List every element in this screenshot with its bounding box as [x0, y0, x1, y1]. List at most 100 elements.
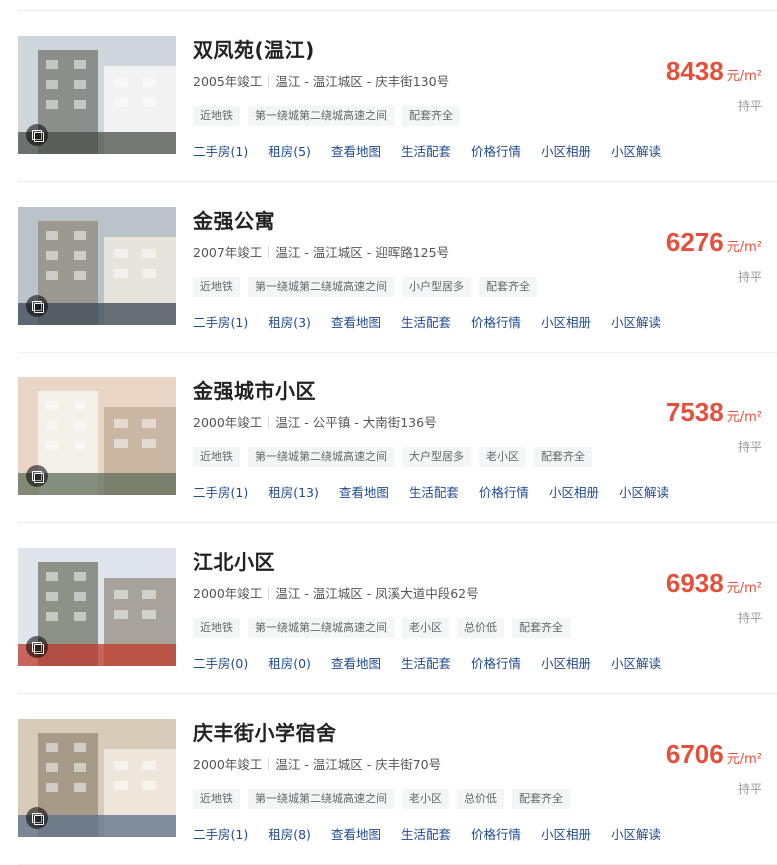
price-unit: 元/m² [726, 69, 762, 84]
tag: 配套齐全 [534, 447, 592, 467]
average-price: 7538 元/m² [666, 397, 762, 428]
tag-list: 近地铁 第一绕城第二绕城高速之间 老小区 总价低 配套齐全 [193, 616, 578, 638]
community-link[interactable]: 小区相册 [541, 827, 591, 842]
community-location: 温江 - 温江城区 - 凤溪大道中段62号 [275, 586, 479, 601]
info-divider [268, 587, 270, 599]
community-item[interactable]: 金强公寓 2007年竣工 温江 - 温江城区 - 迎晖路125号 近地铁 第一绕城第… [0, 182, 777, 353]
community-link[interactable]: 小区相册 [541, 144, 591, 159]
community-link[interactable]: 小区解读 [611, 656, 661, 671]
community-name[interactable]: 双凤苑(温江) [193, 34, 315, 63]
album-icon [26, 807, 48, 829]
tag: 近地铁 [193, 789, 240, 809]
community-link[interactable]: 生活配套 [401, 656, 451, 671]
tag-list: 近地铁 第一绕城第二绕城高速之间 配套齐全 [193, 104, 468, 126]
community-link[interactable]: 小区解读 [611, 315, 661, 330]
average-price: 6276 元/m² [666, 227, 762, 258]
community-link[interactable]: 租房(5) [268, 144, 311, 159]
community-link[interactable]: 小区解读 [611, 144, 661, 159]
community-link[interactable]: 二手房(0) [193, 656, 248, 671]
tag: 近地铁 [193, 618, 240, 638]
community-link[interactable]: 查看地图 [331, 315, 381, 330]
community-photo[interactable] [18, 377, 176, 495]
community-link[interactable]: 小区解读 [619, 485, 669, 500]
community-photo[interactable] [18, 548, 176, 666]
community-name[interactable]: 金强公寓 [193, 205, 275, 234]
tag: 第一绕城第二绕城高速之间 [248, 277, 394, 297]
community-link[interactable]: 生活配套 [409, 485, 459, 500]
community-photo[interactable] [18, 207, 176, 325]
tag: 老小区 [402, 618, 449, 638]
community-name[interactable]: 庆丰街小学宿舍 [193, 717, 337, 746]
community-location: 温江 - 温江城区 - 庆丰街70号 [275, 757, 442, 772]
tag: 第一绕城第二绕城高速之间 [248, 618, 394, 638]
community-link[interactable]: 生活配套 [401, 144, 451, 159]
community-link[interactable]: 生活配套 [401, 315, 451, 330]
average-price: 8438 元/m² [666, 56, 762, 87]
tag: 小户型居多 [402, 277, 471, 297]
community-link[interactable]: 价格行情 [471, 656, 521, 671]
price-value: 8438 [665, 56, 724, 86]
tag: 第一绕城第二绕城高速之间 [248, 106, 394, 126]
community-link[interactable]: 小区相册 [541, 656, 591, 671]
community-link[interactable]: 二手房(1) [193, 485, 248, 500]
community-link[interactable]: 租房(8) [268, 827, 311, 842]
community-location: 温江 - 温江城区 - 迎晖路125号 [275, 245, 450, 260]
community-link[interactable]: 租房(13) [268, 485, 319, 500]
community-info: 2000年竣工 温江 - 公平镇 - 大南街136号 [193, 412, 437, 431]
community-link[interactable]: 价格行情 [479, 485, 529, 500]
tag: 大户型居多 [402, 447, 471, 467]
community-links: 二手房(1) 租房(5) 查看地图 生活配套 价格行情 小区相册 小区解读 [193, 141, 681, 160]
community-photo[interactable] [18, 719, 176, 837]
community-link[interactable]: 价格行情 [471, 827, 521, 842]
community-link[interactable]: 小区相册 [549, 485, 599, 500]
community-link[interactable]: 租房(0) [268, 656, 311, 671]
community-link[interactable]: 二手房(1) [193, 144, 248, 159]
community-link[interactable]: 查看地图 [331, 827, 381, 842]
price-value: 6938 [665, 568, 724, 598]
average-price: 6706 元/m² [666, 739, 762, 770]
community-link[interactable]: 生活配套 [401, 827, 451, 842]
community-link[interactable]: 二手房(1) [193, 315, 248, 330]
tag: 总价低 [457, 789, 504, 809]
price-unit: 元/m² [726, 581, 762, 596]
community-photo[interactable] [18, 36, 176, 154]
build-year: 2007年竣工 [193, 245, 263, 260]
tag: 近地铁 [193, 106, 240, 126]
community-item[interactable]: 庆丰街小学宿舍 2000年竣工 温江 - 温江城区 - 庆丰街70号 近地铁 第一绕… [0, 694, 777, 865]
community-link[interactable]: 租房(3) [268, 315, 311, 330]
community-item[interactable]: 江北小区 2000年竣工 温江 - 温江城区 - 凤溪大道中段62号 近地铁 第一绕… [0, 523, 777, 694]
build-year: 2000年竣工 [193, 586, 263, 601]
price-unit: 元/m² [726, 752, 762, 767]
info-divider [268, 758, 270, 770]
community-links: 二手房(1) 租房(13) 查看地图 生活配套 价格行情 小区相册 小区解读 [193, 482, 689, 501]
tag: 老小区 [479, 447, 526, 467]
price-value: 7538 [665, 397, 724, 427]
community-links: 二手房(0) 租房(0) 查看地图 生活配套 价格行情 小区相册 小区解读 [193, 653, 681, 672]
community-link[interactable]: 二手房(1) [193, 827, 248, 842]
average-price: 6938 元/m² [666, 568, 762, 599]
tag: 总价低 [457, 618, 504, 638]
community-link[interactable]: 小区相册 [541, 315, 591, 330]
price-trend: 持平 [737, 99, 762, 113]
price-value: 6706 [665, 739, 724, 769]
community-link[interactable]: 价格行情 [471, 144, 521, 159]
community-item[interactable]: 双凤苑(温江) 2005年竣工 温江 - 温江城区 - 庆丰街130号 近地铁 第一… [0, 11, 777, 182]
info-divider [268, 246, 270, 258]
community-item[interactable]: 金强城市小区 2000年竣工 温江 - 公平镇 - 大南街136号 近地铁 第一绕城… [0, 352, 777, 523]
build-year: 2000年竣工 [193, 415, 263, 430]
album-icon [26, 295, 48, 317]
album-icon [26, 465, 48, 487]
community-name[interactable]: 金强城市小区 [193, 375, 316, 404]
community-location: 温江 - 温江城区 - 庆丰街130号 [275, 74, 450, 89]
community-link[interactable]: 查看地图 [339, 485, 389, 500]
tag: 配套齐全 [479, 277, 537, 297]
community-link[interactable]: 查看地图 [331, 656, 381, 671]
community-link[interactable]: 查看地图 [331, 144, 381, 159]
community-link[interactable]: 价格行情 [471, 315, 521, 330]
community-info: 2000年竣工 温江 - 温江城区 - 凤溪大道中段62号 [193, 583, 479, 602]
community-name[interactable]: 江北小区 [193, 546, 275, 575]
community-link[interactable]: 小区解读 [611, 827, 661, 842]
tag: 配套齐全 [512, 618, 570, 638]
tag: 老小区 [402, 789, 449, 809]
tag: 配套齐全 [402, 106, 460, 126]
